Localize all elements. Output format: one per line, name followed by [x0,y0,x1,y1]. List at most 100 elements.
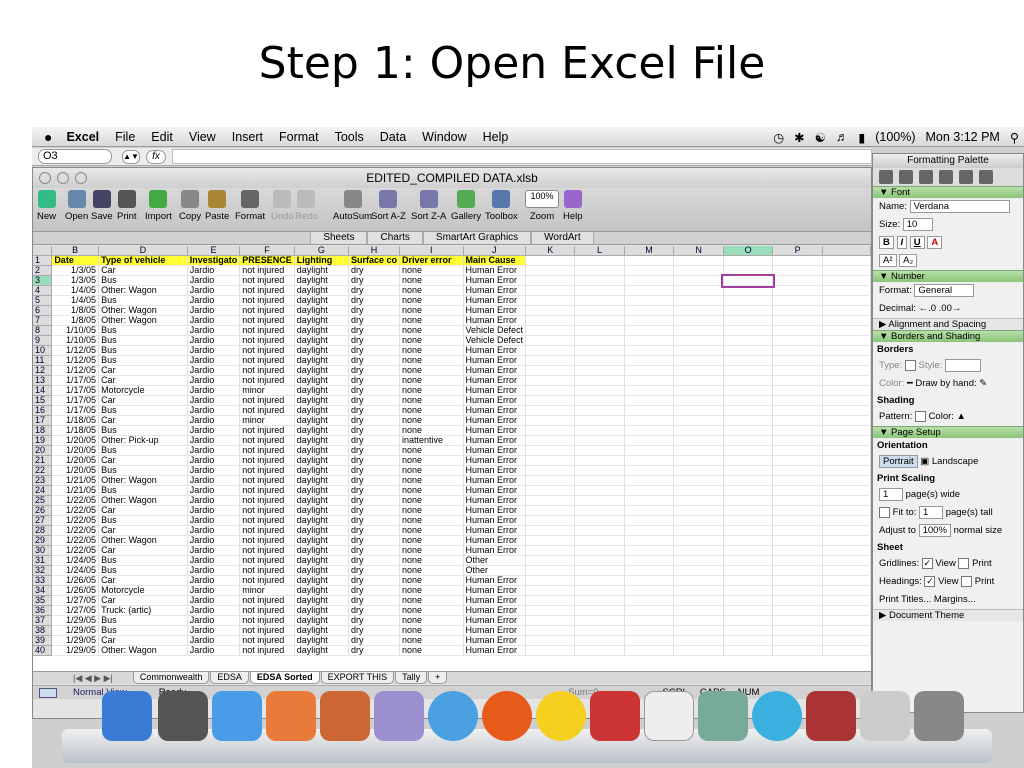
cell[interactable] [525,405,576,416]
menu-app-excel[interactable]: Excel [58,130,107,144]
cell[interactable]: Other: Wagon [98,645,188,656]
section-document-theme[interactable]: ▶ Document Theme [873,609,1023,621]
cell[interactable]: Bus [98,565,188,576]
cell[interactable]: daylight [294,595,349,606]
cell[interactable] [723,505,774,516]
cell[interactable] [624,545,675,556]
fx-button[interactable]: fx [146,149,166,164]
cell[interactable]: Car [98,595,188,606]
cell[interactable] [772,445,823,456]
cell[interactable] [525,575,576,586]
cell[interactable] [723,295,774,306]
row-header[interactable]: 31 [33,555,53,566]
cell[interactable] [723,515,774,526]
column-header-g[interactable]: G [294,246,349,256]
cell[interactable]: dry [348,275,400,286]
cell[interactable]: Bus [98,325,188,336]
cell[interactable]: Bus [98,445,188,456]
cell[interactable] [723,365,774,376]
cell[interactable]: daylight [294,435,349,446]
cell[interactable] [574,455,625,466]
cell[interactable]: none [399,595,464,606]
font-name-select[interactable]: Verdana [909,200,1010,213]
cell[interactable]: not injured [239,575,295,586]
cell[interactable]: 1/18/05 [51,425,100,436]
cell[interactable]: 1/21/05 [51,485,100,496]
column-header-p[interactable]: P [772,246,823,256]
cell[interactable]: Vehicle Defect [463,325,527,336]
cell[interactable]: 1/29/05 [51,635,100,646]
row-header[interactable]: 23 [33,475,53,486]
cell[interactable] [822,375,871,386]
cell[interactable] [673,315,724,326]
cell[interactable] [723,375,774,386]
cell[interactable]: not injured [239,475,295,486]
column-header-f[interactable]: F [239,246,295,256]
cell[interactable]: not injured [239,275,295,286]
menu-edit[interactable]: Edit [143,130,181,144]
cell[interactable] [574,555,625,566]
cell[interactable] [624,275,675,286]
cell[interactable] [772,485,823,496]
cell[interactable]: dry [348,575,400,586]
cell[interactable]: 1/22/05 [51,545,100,556]
cell[interactable]: dry [348,475,400,486]
cell[interactable] [525,605,576,616]
cell[interactable] [772,625,823,636]
cell[interactable] [822,505,871,516]
cell[interactable] [822,595,871,606]
graphics-icon[interactable] [374,691,424,741]
toolbar-import-button[interactable]: Import [145,190,172,222]
cell[interactable]: 1/10/05 [51,335,100,346]
cell[interactable]: Human Error [463,465,527,476]
formula-input[interactable] [172,149,872,164]
headings-print-checkbox[interactable] [961,575,973,587]
cell[interactable]: 1/22/05 [51,515,100,526]
cell[interactable] [822,605,871,616]
cell[interactable]: dry [348,425,400,436]
volume-icon[interactable]: ♬ [831,130,854,144]
toolbar-open-button[interactable]: Open [65,190,88,222]
cell[interactable] [723,595,774,606]
cell[interactable]: daylight [294,585,349,596]
cell[interactable]: 1/8/05 [51,305,100,316]
cell[interactable] [624,285,675,296]
font-size-select[interactable]: 10 [902,218,933,231]
cell[interactable] [673,335,724,346]
cell[interactable]: 1/3/05 [51,265,100,276]
underline-icon[interactable]: U [909,236,925,249]
row-header[interactable]: 18 [33,425,53,436]
section-borders[interactable]: ▼ Borders and Shading [873,330,1023,342]
cell[interactable]: Car [98,395,188,406]
cell[interactable] [723,495,774,506]
cell[interactable] [525,445,576,456]
cell[interactable] [822,475,871,486]
cell[interactable] [673,595,724,606]
cell[interactable] [822,345,871,356]
toolbar-autosum-button[interactable]: AutoSum [333,190,372,222]
cell[interactable] [822,615,871,626]
cell[interactable]: none [399,305,464,316]
cell[interactable]: inattentive [399,435,464,446]
cell[interactable] [822,415,871,426]
cell[interactable]: Car [98,525,188,536]
row-header[interactable]: 30 [33,545,53,556]
cell[interactable] [525,395,576,406]
fit-to-checkbox[interactable] [879,507,890,518]
cell[interactable]: 1/22/05 [51,535,100,546]
cell[interactable] [525,545,576,556]
cell[interactable]: dry [348,625,400,636]
cell[interactable] [624,265,675,276]
cell[interactable]: dry [348,505,400,516]
cell[interactable] [574,275,625,286]
cell[interactable]: daylight [294,555,349,566]
cell[interactable] [525,585,576,596]
sheet-tab-edsa-sorted[interactable]: EDSA Sorted [249,672,320,684]
cell[interactable] [772,305,823,316]
toolbar-zoom-button[interactable]: 100% Zoom [525,190,559,222]
iphoto-icon[interactable] [698,691,748,741]
cell[interactable]: dry [348,565,400,576]
cell[interactable] [822,455,871,466]
cell[interactable] [525,385,576,396]
cell[interactable]: not injured [239,355,295,366]
